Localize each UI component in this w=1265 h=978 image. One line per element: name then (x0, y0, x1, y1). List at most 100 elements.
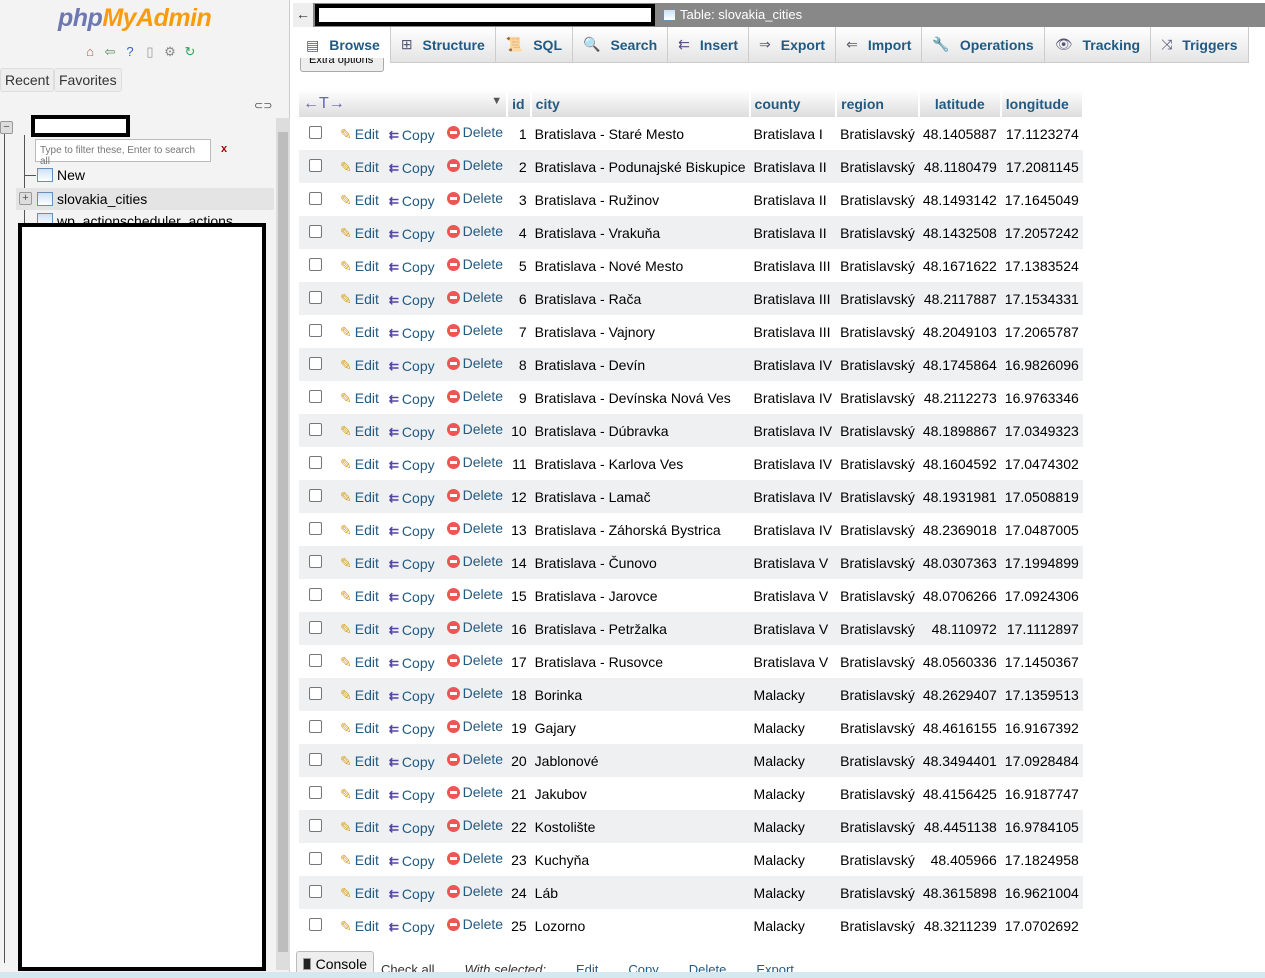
tab-insert[interactable]: ⇇ Insert (668, 27, 749, 63)
logout-icon[interactable]: ⇦ (102, 44, 118, 60)
copy-button[interactable]: ⇇ Copy (389, 127, 435, 143)
delete-button[interactable]: Delete (446, 718, 503, 734)
edit-button[interactable]: ✎ Edit (340, 258, 379, 275)
delete-button[interactable]: Delete (446, 553, 503, 569)
delete-button[interactable]: Delete (446, 784, 503, 800)
copy-button[interactable]: ⇇ Copy (389, 589, 435, 605)
edit-button[interactable]: ✎ Edit (340, 192, 379, 209)
row-checkbox[interactable] (309, 257, 322, 271)
copy-button[interactable]: ⇇ Copy (389, 391, 435, 407)
table-item-wp-actionscheduler-actions[interactable]: wp_actionscheduler_actions (37, 213, 233, 223)
row-checkbox[interactable] (309, 554, 322, 568)
delete-button[interactable]: Delete (446, 850, 503, 866)
row-checkbox[interactable] (309, 851, 322, 865)
copy-button[interactable]: ⇇ Copy (389, 787, 435, 803)
delete-button[interactable]: Delete (446, 751, 503, 767)
column-header-county[interactable]: county (749, 90, 838, 117)
row-checkbox[interactable] (309, 587, 322, 601)
breadcrumb-table[interactable]: Table: slovakia_cities (663, 7, 802, 22)
edit-button[interactable]: ✎ Edit (340, 324, 379, 341)
home-icon[interactable]: ⌂ (82, 44, 98, 60)
column-header-region[interactable]: region (836, 90, 920, 117)
help-icon[interactable]: ? (122, 44, 138, 60)
copy-button[interactable]: ⇇ Copy (389, 259, 435, 275)
link-icon[interactable]: ⊂⊃ (254, 99, 272, 112)
row-checkbox[interactable] (309, 884, 322, 898)
edit-button[interactable]: ✎ Edit (340, 885, 379, 902)
edit-button[interactable]: ✎ Edit (340, 456, 379, 473)
delete-button[interactable]: Delete (446, 289, 503, 305)
delete-button[interactable]: Delete (446, 454, 503, 470)
delete-button[interactable]: Delete (446, 421, 503, 437)
column-header-latitude[interactable]: latitude (918, 90, 1002, 117)
edit-button[interactable]: ✎ Edit (340, 522, 379, 539)
row-checkbox[interactable] (309, 323, 322, 337)
row-checkbox[interactable] (309, 653, 322, 667)
row-checkbox[interactable] (309, 224, 322, 238)
edit-button[interactable]: ✎ Edit (340, 225, 379, 242)
row-checkbox[interactable] (309, 752, 322, 766)
tab-structure[interactable]: ⊞ Structure (390, 27, 496, 63)
clear-filter-button[interactable]: x (221, 143, 227, 155)
settings-icon[interactable]: ⚙ (162, 44, 178, 60)
copy-button[interactable]: ⇇ Copy (389, 919, 435, 935)
edit-button[interactable]: ✎ Edit (340, 786, 379, 803)
copy-button[interactable]: ⇇ Copy (389, 721, 435, 737)
copy-button[interactable]: ⇇ Copy (389, 688, 435, 704)
collapse-icon[interactable]: − (0, 121, 13, 134)
delete-button[interactable]: Delete (446, 223, 503, 239)
delete-button[interactable]: Delete (446, 487, 503, 503)
tab-operations[interactable]: 🔧 Operations (922, 27, 1045, 63)
tab-tracking[interactable]: 👁 Tracking (1044, 27, 1152, 63)
edit-button[interactable]: ✎ Edit (340, 390, 379, 407)
copy-button[interactable]: ⇇ Copy (389, 160, 435, 176)
edit-button[interactable]: ✎ Edit (340, 852, 379, 869)
edit-button[interactable]: ✎ Edit (340, 753, 379, 770)
reload-icon[interactable]: ↻ (182, 44, 198, 60)
copy-button[interactable]: ⇇ Copy (389, 655, 435, 671)
delete-button[interactable]: Delete (446, 190, 503, 206)
copy-button[interactable]: ⇇ Copy (389, 193, 435, 209)
row-checkbox[interactable] (309, 488, 322, 502)
row-checkbox[interactable] (309, 719, 322, 733)
phpmyadmin-logo[interactable]: phpMyAdmin (58, 4, 212, 33)
delete-button[interactable]: Delete (446, 685, 503, 701)
copy-button[interactable]: ⇇ Copy (389, 490, 435, 506)
tab-export[interactable]: ⇒ Export (749, 27, 837, 63)
row-checkbox[interactable] (309, 455, 322, 469)
column-header-id[interactable]: id (507, 90, 532, 117)
edit-button[interactable]: ✎ Edit (340, 555, 379, 572)
resize-columns-icon[interactable]: ←T→ (303, 95, 345, 112)
row-checkbox[interactable] (309, 125, 322, 139)
tab-sql[interactable]: 📜 SQL (495, 27, 573, 63)
copy-button[interactable]: ⇇ Copy (389, 853, 435, 869)
row-checkbox[interactable] (309, 818, 322, 832)
row-checkbox[interactable] (309, 389, 322, 403)
delete-button[interactable]: Delete (446, 916, 503, 932)
column-header-city[interactable]: city (530, 90, 751, 117)
copy-button[interactable]: ⇇ Copy (389, 457, 435, 473)
copy-button[interactable]: ⇇ Copy (389, 523, 435, 539)
nav-scrollbar[interactable] (276, 118, 290, 970)
delete-button[interactable]: Delete (446, 256, 503, 272)
scrollbar-thumb[interactable] (278, 132, 288, 952)
edit-button[interactable]: ✎ Edit (340, 423, 379, 440)
delete-button[interactable]: Delete (446, 157, 503, 173)
row-checkbox[interactable] (309, 620, 322, 634)
delete-button[interactable]: Delete (446, 520, 503, 536)
sort-dropdown-icon[interactable]: ▼ (491, 95, 502, 107)
table-filter-input[interactable]: Type to filter these, Enter to search al… (35, 139, 211, 167)
edit-button[interactable]: ✎ Edit (340, 819, 379, 836)
edit-button[interactable]: ✎ Edit (340, 918, 379, 935)
edit-button[interactable]: ✎ Edit (340, 291, 379, 308)
delete-button[interactable]: Delete (446, 586, 503, 602)
edit-button[interactable]: ✎ Edit (340, 357, 379, 374)
edit-button[interactable]: ✎ Edit (340, 654, 379, 671)
column-header-longitude[interactable]: longitude (1000, 90, 1084, 117)
tab-triggers[interactable]: ⤨ Triggers (1151, 27, 1249, 63)
row-checkbox[interactable] (309, 158, 322, 172)
delete-button[interactable]: Delete (446, 322, 503, 338)
edit-button[interactable]: ✎ Edit (340, 687, 379, 704)
row-checkbox[interactable] (309, 917, 322, 931)
delete-button[interactable]: Delete (446, 124, 503, 140)
